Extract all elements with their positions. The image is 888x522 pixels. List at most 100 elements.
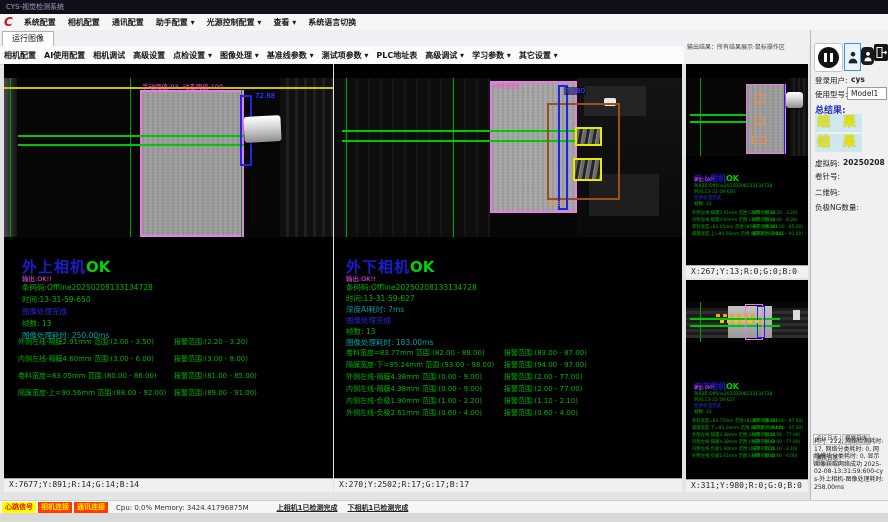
login-user-label: 登录用户:	[815, 75, 848, 86]
camera-connection-badge: 相机连接	[38, 502, 72, 513]
camera-image-outer-lower[interactable]: AI检测框 73.80 41.50	[334, 78, 682, 237]
pixel-coords-bar: X:270;Y:2502;R:17;G:17;B:17	[334, 478, 682, 492]
toolbar-item-test-params[interactable]: 测试项参数 ▾	[318, 47, 373, 64]
ng-count-label: 负极NG数量:	[815, 202, 859, 213]
measurement-alarm: 报警范围:(2.00 - 77.00)	[504, 384, 582, 394]
measurement-alarm: 报警范围:(2.00 - 77.00)	[752, 432, 800, 438]
toolbar-item-camera-config[interactable]: 相机配置	[0, 47, 40, 64]
heartbeat-badge: 心跳信号	[2, 502, 36, 513]
pixel-coords-bar: X:267;Y:13;R:0;G:0;B:0	[686, 265, 808, 278]
virtual-code-label: 虚拟码:	[815, 158, 840, 169]
frame-count-text: 帧数: 13	[346, 326, 375, 337]
measurement-alarm: 报警范围:(2.00 - 77.00)	[752, 439, 800, 445]
baseline-horizontal-1	[342, 130, 577, 132]
machine-highlight	[793, 310, 800, 320]
measurement-alarm: 报警范围:(83.00 - 87.00)	[752, 418, 803, 424]
login-user-value: cys	[851, 75, 865, 84]
toolbar-item-advanced-settings[interactable]: 高级设置	[129, 47, 169, 64]
exit-button[interactable]	[874, 44, 888, 65]
user-button[interactable]	[861, 47, 874, 65]
comm-connection-badge: 通讯连接	[74, 502, 108, 513]
toolbar-item-spot-check[interactable]: 点检设置 ▾	[169, 47, 216, 64]
detect-box-yellow-2	[573, 158, 602, 181]
machine-zone-left	[334, 78, 490, 237]
measurement-value: 隔膜宽度-上=90.56mm 范围:(88.00 - 92.00)	[18, 388, 166, 398]
toolbar-item-learning-params[interactable]: 学习参数 ▾	[468, 47, 515, 64]
app-logo-icon: C	[4, 15, 13, 30]
toolbar-item-plc-address[interactable]: PLC地址表	[372, 47, 421, 64]
baseline-horizontal-1	[690, 114, 746, 116]
camera-view-outer-upper: 手动阈值:93, 动态阈值:100 72.88 外上相机OK 输出:OK!! 条…	[4, 64, 333, 492]
measurement-alarm: 报警范围:(89.00 - 91.00)	[752, 231, 803, 237]
baseline-vertical-2	[453, 78, 454, 237]
results-header-label: 输出结果：所有结果展示·鼠标操作区	[687, 44, 785, 51]
ai-box-label: AI检测框	[494, 80, 520, 90]
ai-time-text: 深度AI耗时: 7ms	[346, 304, 404, 315]
toolbar-item-camera-debug[interactable]: 相机调试	[89, 47, 129, 64]
connector-tab	[786, 92, 803, 108]
status-bar: 心跳信号 相机连接 通讯连接 Cpu: 0.0% Memory: 3424.41…	[0, 500, 888, 514]
toolbar-item-ai-usage[interactable]: AI使用配置	[40, 47, 89, 64]
pixel-coords-bar: X:7677;Y:891;R:14;G:14;B:14	[4, 478, 333, 492]
roi-box-blue	[558, 85, 568, 210]
baseline-vertical-2	[130, 78, 131, 237]
measurement-value: 外侧左线-隔膜2.91mm 范围:(2.00 - 3.50)	[18, 337, 154, 347]
menu-item-light-config[interactable]: 光源控制配置 ▾	[201, 15, 268, 30]
detect-box-yellow-1	[575, 127, 602, 146]
toolbar-item-other-settings[interactable]: 其它设置 ▾	[515, 47, 562, 64]
annotation-orange-1	[716, 314, 756, 317]
measurement-value: 内侧左线-隔膜4.60mm 范围:(3.00 - 6.00)	[18, 354, 154, 364]
measurement-alarm: 报警范围:(83.00 - 87.00)	[504, 348, 587, 358]
measurement-alarm: 报警范围:(3.00 - 8.00)	[752, 217, 797, 223]
baseline-vertical	[700, 78, 701, 156]
result-box-upper: 结 果	[815, 114, 862, 132]
window-footer	[0, 513, 888, 522]
frame-count-text: 帧数: 13	[694, 409, 712, 415]
toolbar-item-image-processing[interactable]: 图像处理 ▾	[216, 47, 263, 64]
roi-value-label: 72.88	[254, 92, 276, 100]
baseline-horizontal-2	[690, 325, 780, 327]
person-icon	[864, 51, 872, 62]
qr-code-label: 二维码:	[815, 187, 840, 198]
menu-bar: C 系统配置 相机配置 通讯配置 助手配置 ▾ 光源控制配置 ▾ 查看 ▾ 系统…	[0, 14, 888, 31]
title-bar: CYS-视觉检测系统	[0, 0, 888, 14]
tab-run-image[interactable]: 运行图像	[2, 31, 54, 46]
camera-image-inner-lower[interactable]	[686, 302, 808, 342]
menu-item-assistant-config[interactable]: 助手配置 ▾	[150, 15, 201, 30]
annotation-orange-2	[720, 320, 764, 323]
connector-tab	[243, 115, 281, 143]
measurement-alarm: 报警范围:(1.10 - 2.10)	[752, 446, 797, 452]
measurement-alarm: 报警范围:(89.00 - 91.00)	[174, 388, 257, 398]
baseline-horizontal-2	[18, 144, 244, 146]
measurement-value: 卷料宽度=83.05mm 范围:(80.00 - 86.00)	[18, 371, 157, 381]
toolbar-item-advanced-debug[interactable]: 高级调试 ▾	[421, 47, 468, 64]
model-select[interactable]: Model1	[847, 87, 887, 100]
upper-camera-status-text: 上相机1已检测完成	[277, 503, 338, 513]
time-text: 时间:13-31-59-650	[22, 294, 91, 305]
frame-count-text: 帧数: 13	[22, 318, 51, 329]
measurement-alarm: 报警范围:(81.00 - 85.00)	[752, 224, 803, 230]
user-login-button-active[interactable]	[844, 43, 861, 71]
menu-item-system-config[interactable]: 系统配置	[18, 15, 62, 30]
camera-view-inner-upper: 内上相机OK 输出:OK!! 条码码:Offline20250208133134…	[686, 64, 808, 278]
menu-item-language-switch[interactable]: 系统语言切换	[302, 15, 362, 30]
detect-box-orange-3	[752, 136, 766, 144]
measurement-value: 隔膜宽度-下=95.24mm 范围:(93.00 - 98.00)	[346, 360, 494, 370]
measurement-alarm: 报警范围:(2.20 - 3.20)	[174, 337, 248, 347]
baseline-vertical-1	[346, 78, 347, 237]
ok-status: OK	[726, 174, 739, 183]
baseline-vertical	[700, 302, 701, 342]
menu-item-camera-config[interactable]: 相机配置	[62, 15, 106, 30]
menu-item-comm-config[interactable]: 通讯配置	[106, 15, 150, 30]
camera-image-inner-upper[interactable]	[686, 78, 808, 156]
baseline-horizontal-1	[18, 135, 244, 137]
model-label: 使用型号:	[815, 89, 848, 100]
camera-image-outer-upper[interactable]: 手动阈值:93, 动态阈值:100 72.88	[4, 78, 333, 237]
toolbar-item-baseline-params[interactable]: 基准线参数 ▾	[263, 47, 318, 64]
pause-button[interactable]	[814, 43, 843, 72]
ok-status: OK	[726, 382, 739, 391]
virtual-code-value: 20250208	[843, 158, 885, 167]
menu-item-view[interactable]: 查看 ▾	[267, 15, 302, 30]
measurement-alarm: 报警范围:(1.10 - 2.10)	[504, 396, 578, 406]
frame-count-text: 帧数: 13	[694, 201, 712, 207]
